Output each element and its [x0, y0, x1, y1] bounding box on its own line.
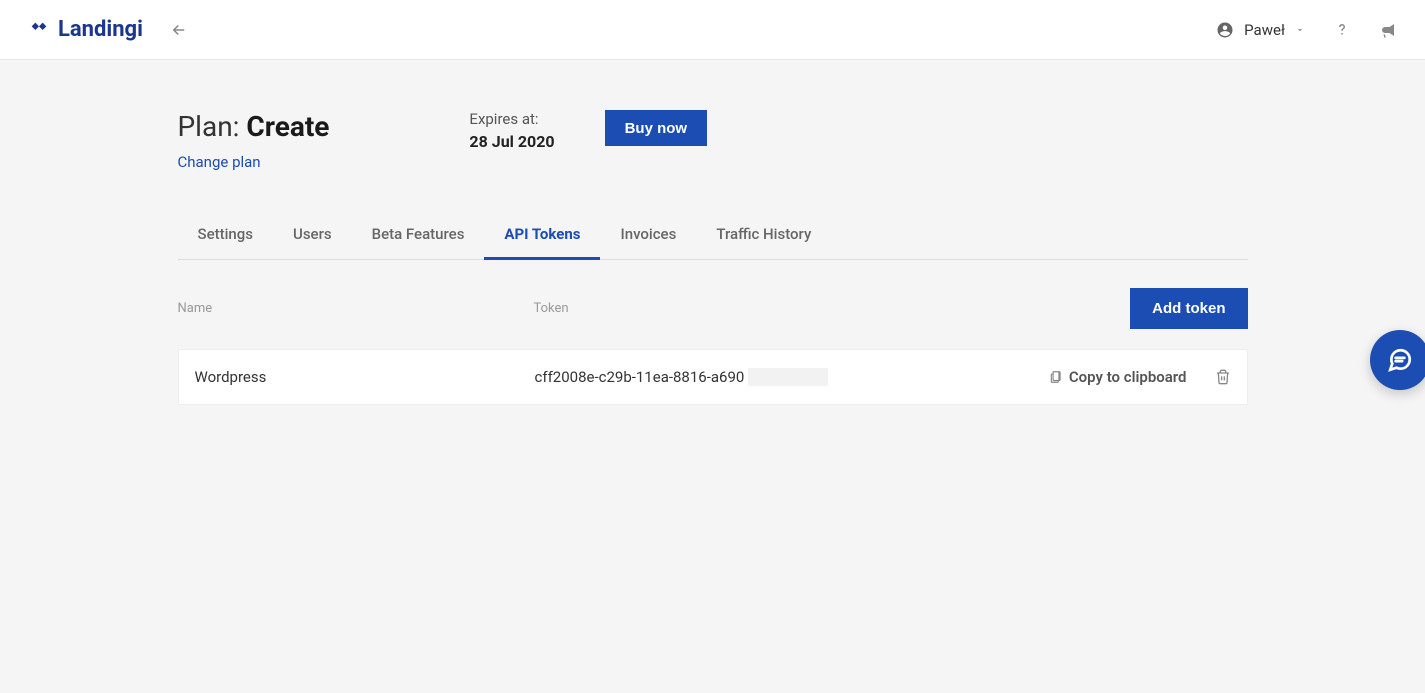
chat-fab[interactable]: [1370, 330, 1425, 390]
logo-diamond-icon: [28, 19, 50, 41]
brand-logo[interactable]: Landingi: [28, 17, 143, 42]
expires-label: Expires at:: [469, 110, 554, 128]
announcements-button[interactable]: [1379, 21, 1397, 39]
table-header-name: Name: [178, 301, 534, 316]
tab-settings[interactable]: Settings: [178, 211, 274, 259]
tabs: Settings Users Beta Features API Tokens …: [178, 211, 1248, 260]
token-value-masked: [748, 368, 828, 386]
plan-info: Plan: Create Change plan: [178, 110, 330, 171]
plan-title: Plan: Create: [178, 110, 330, 143]
back-button[interactable]: [165, 16, 193, 44]
table-row: Wordpress cff2008e-c29b-11ea-8816-a690 C…: [178, 349, 1248, 405]
plan-header: Plan: Create Change plan Expires at: 28 …: [178, 110, 1248, 211]
table-header-row: Name Token Add token: [178, 260, 1248, 349]
expires-block: Expires at: 28 Jul 2020: [389, 110, 554, 151]
buy-now-button[interactable]: Buy now: [605, 110, 708, 146]
top-bar-left: Landingi: [28, 16, 193, 44]
token-actions: Copy to clipboard: [1049, 368, 1231, 386]
top-bar-right: Paweł: [1216, 21, 1397, 39]
token-name-cell: Wordpress: [195, 368, 535, 386]
user-menu[interactable]: Paweł: [1216, 21, 1305, 39]
copy-to-clipboard-button[interactable]: Copy to clipboard: [1049, 368, 1187, 386]
tab-api-tokens[interactable]: API Tokens: [484, 211, 600, 260]
change-plan-link[interactable]: Change plan: [178, 153, 330, 171]
bullhorn-icon: [1379, 21, 1397, 39]
chat-icon: [1387, 347, 1413, 373]
clipboard-icon: [1049, 370, 1063, 384]
tab-traffic-history[interactable]: Traffic History: [696, 211, 831, 259]
brand-name: Landingi: [58, 17, 143, 42]
expires-date: 28 Jul 2020: [469, 132, 554, 151]
question-icon: [1333, 21, 1351, 39]
token-value-visible: cff2008e-c29b-11ea-8816-a690: [535, 368, 745, 386]
top-bar: Landingi Paweł: [0, 0, 1425, 60]
token-value-cell: cff2008e-c29b-11ea-8816-a690: [535, 368, 1049, 386]
arrow-left-icon: [170, 21, 188, 39]
tab-invoices[interactable]: Invoices: [600, 211, 696, 259]
user-name: Paweł: [1244, 21, 1285, 39]
plan-prefix: Plan:: [178, 110, 247, 143]
user-circle-icon: [1216, 21, 1234, 39]
copy-label: Copy to clipboard: [1069, 368, 1187, 386]
add-token-button[interactable]: Add token: [1130, 288, 1247, 329]
delete-token-button[interactable]: [1215, 369, 1231, 385]
table-header-token: Token: [534, 301, 1131, 316]
trash-icon: [1215, 369, 1231, 385]
page-content: Plan: Create Change plan Expires at: 28 …: [178, 60, 1248, 405]
tab-beta-features[interactable]: Beta Features: [352, 211, 485, 259]
caret-down-icon: [1295, 25, 1305, 35]
help-button[interactable]: [1333, 21, 1351, 39]
plan-name: Create: [246, 110, 329, 143]
tab-users[interactable]: Users: [273, 211, 352, 259]
